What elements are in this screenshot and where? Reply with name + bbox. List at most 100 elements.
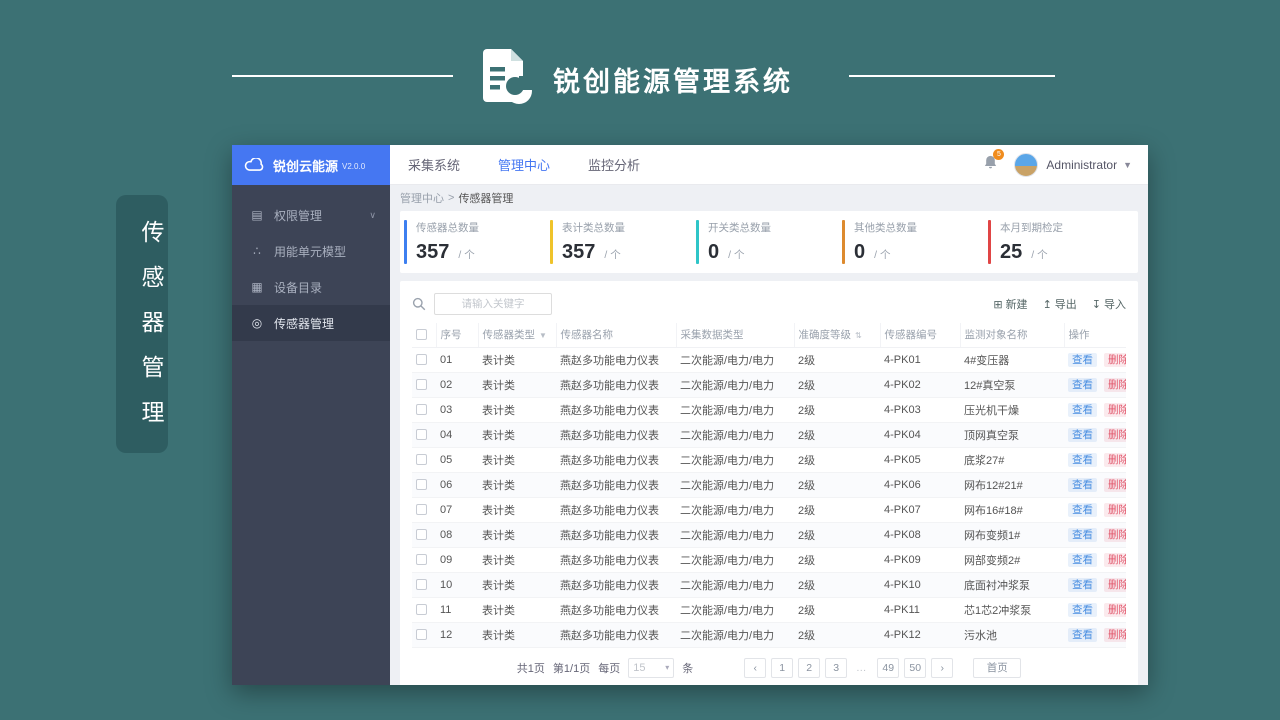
- row-checkbox[interactable]: [416, 404, 427, 416]
- cell-data-type: 二次能源/电力/电力: [676, 547, 794, 573]
- tab-management-center[interactable]: 管理中心: [498, 155, 550, 174]
- app-window: 锐创云能源 V2.0.0 ▤ 权限管理 ∨ ∴ 用能单元模型 ▦ 设备目录 ◎ …: [232, 145, 1148, 685]
- cell-sensor-name: 燕赵多功能电力仪表: [556, 622, 676, 648]
- view-link[interactable]: 查看: [1068, 503, 1097, 517]
- row-checkbox[interactable]: [416, 429, 427, 441]
- cell-accuracy: 2级: [794, 347, 880, 373]
- row-checkbox[interactable]: [416, 454, 427, 466]
- row-checkbox[interactable]: [416, 604, 427, 616]
- breadcrumb: 管理中心 > 传感器管理: [400, 185, 1138, 211]
- page-button-49[interactable]: 49: [877, 657, 900, 678]
- row-checkbox[interactable]: [416, 504, 427, 516]
- view-link[interactable]: 查看: [1068, 353, 1097, 367]
- row-checkbox[interactable]: [416, 579, 427, 591]
- page-button-2[interactable]: 2: [798, 657, 821, 678]
- table-header-row: 序号 传感器类型 ▼ 传感器名称 采集数据类型 准确度等级 ⇅ 传感器编号 监测对象…: [412, 323, 1126, 348]
- user-menu-caret-icon[interactable]: ▼: [1123, 160, 1132, 170]
- select-all-checkbox[interactable]: [416, 329, 427, 341]
- delete-link[interactable]: 删除: [1104, 603, 1126, 617]
- sidebar-menu: ▤ 权限管理 ∨ ∴ 用能单元模型 ▦ 设备目录 ◎ 传感器管理: [232, 185, 390, 341]
- delete-link[interactable]: 删除: [1104, 478, 1126, 492]
- tab-monitoring-analysis[interactable]: 监控分析: [588, 155, 640, 174]
- device-catalog-icon: ▦: [251, 280, 263, 294]
- row-checkbox[interactable]: [416, 554, 427, 566]
- col-data-type: 采集数据类型: [675, 323, 794, 348]
- view-link[interactable]: 查看: [1068, 628, 1097, 642]
- user-name[interactable]: Administrator: [1046, 158, 1117, 172]
- delete-link[interactable]: 删除: [1104, 578, 1126, 592]
- delete-link[interactable]: 删除: [1104, 528, 1126, 542]
- per-page-select[interactable]: 15 ▾: [628, 657, 675, 678]
- delete-link[interactable]: 删除: [1104, 503, 1126, 517]
- cell-data-type: 二次能源/电力/电力: [676, 447, 794, 473]
- cell-no: 10: [436, 572, 478, 598]
- sidebar-item-permissions[interactable]: ▤ 权限管理 ∨: [232, 197, 390, 233]
- delete-link[interactable]: 删除: [1104, 353, 1126, 367]
- cell-no: 07: [436, 497, 478, 523]
- col-accuracy: 准确度等级 ⇅: [793, 323, 880, 348]
- view-link[interactable]: 查看: [1068, 528, 1097, 542]
- next-page-button[interactable]: ›: [931, 657, 954, 678]
- cell-sensor-type: 表计类: [478, 522, 556, 548]
- delete-link[interactable]: 删除: [1104, 378, 1126, 392]
- notification-bell-icon[interactable]: 5: [983, 149, 1005, 175]
- row-checkbox[interactable]: [416, 529, 427, 541]
- search-input[interactable]: [434, 293, 552, 315]
- avatar[interactable]: [1014, 152, 1039, 177]
- export-button[interactable]: ↥ 导出: [1043, 296, 1077, 312]
- stat-other-total: 其他类总数量 0 / 个: [842, 220, 988, 264]
- import-button[interactable]: ↧ 导入: [1092, 296, 1126, 312]
- delete-link[interactable]: 删除: [1104, 553, 1126, 567]
- delete-link[interactable]: 删除: [1104, 428, 1126, 442]
- page-title: 锐创能源管理系统: [553, 67, 793, 97]
- cell-sensor-code: 4-PK05: [880, 447, 960, 473]
- view-link[interactable]: 查看: [1068, 478, 1097, 492]
- sidebar: 锐创云能源 V2.0.0 ▤ 权限管理 ∨ ∴ 用能单元模型 ▦ 设备目录 ◎ …: [232, 145, 390, 685]
- energy-model-icon: ∴: [253, 244, 261, 258]
- cell-sensor-code: 4-PK12: [880, 622, 960, 648]
- sort-icon[interactable]: ⇅: [855, 331, 862, 340]
- view-link[interactable]: 查看: [1068, 378, 1097, 392]
- row-checkbox[interactable]: [416, 379, 427, 391]
- cell-sensor-code: 4-PK06: [880, 472, 960, 498]
- page-button-3[interactable]: 3: [825, 657, 848, 678]
- cell-sensor-name: 燕赵多功能电力仪表: [556, 447, 676, 473]
- row-checkbox[interactable]: [416, 354, 427, 366]
- filter-icon[interactable]: ▼: [539, 331, 547, 340]
- view-link[interactable]: 查看: [1068, 453, 1097, 467]
- new-button[interactable]: ⊞ 新建: [993, 296, 1027, 312]
- cell-sensor-type: 表计类: [478, 497, 556, 523]
- cell-no: 11: [436, 597, 478, 623]
- first-page-button[interactable]: 首页: [973, 657, 1022, 678]
- view-link[interactable]: 查看: [1068, 553, 1097, 567]
- prev-page-button[interactable]: ‹: [744, 657, 767, 678]
- cell-data-type: 二次能源/电力/电力: [676, 572, 794, 598]
- cell-no: 04: [436, 422, 478, 448]
- cell-sensor-type: 表计类: [478, 597, 556, 623]
- table-row: 06 表计类 燕赵多功能电力仪表 二次能源/电力/电力 2级 4-PK06 网布…: [412, 472, 1126, 498]
- view-link[interactable]: 查看: [1068, 403, 1097, 417]
- row-checkbox[interactable]: [416, 479, 427, 491]
- page-button-50[interactable]: 50: [904, 657, 927, 678]
- delete-link[interactable]: 删除: [1104, 403, 1126, 417]
- stat-label: 表计类总数量: [562, 222, 625, 234]
- view-link[interactable]: 查看: [1068, 603, 1097, 617]
- stat-value: 357: [416, 241, 450, 263]
- cell-accuracy: 2级: [794, 422, 880, 448]
- breadcrumb-parent[interactable]: 管理中心: [400, 190, 444, 206]
- cell-data-type: 二次能源/电力/电力: [676, 522, 794, 548]
- sidebar-item-energy-model[interactable]: ∴ 用能单元模型: [232, 233, 390, 269]
- vertical-page-tag: 传感器管理: [116, 195, 168, 453]
- sidebar-item-sensor-management[interactable]: ◎ 传感器管理: [232, 305, 390, 341]
- tab-collection-system[interactable]: 采集系统: [408, 155, 460, 174]
- cell-sensor-code: 4-PK08: [880, 522, 960, 548]
- row-checkbox[interactable]: [416, 629, 427, 641]
- sidebar-item-device-catalog[interactable]: ▦ 设备目录: [232, 269, 390, 305]
- cell-no: 01: [436, 347, 478, 373]
- delete-link[interactable]: 删除: [1104, 628, 1126, 642]
- page-button-1[interactable]: 1: [771, 657, 794, 678]
- view-link[interactable]: 查看: [1068, 428, 1097, 442]
- delete-link[interactable]: 删除: [1104, 453, 1126, 467]
- stat-label: 开关类总数量: [708, 222, 771, 234]
- view-link[interactable]: 查看: [1068, 578, 1097, 592]
